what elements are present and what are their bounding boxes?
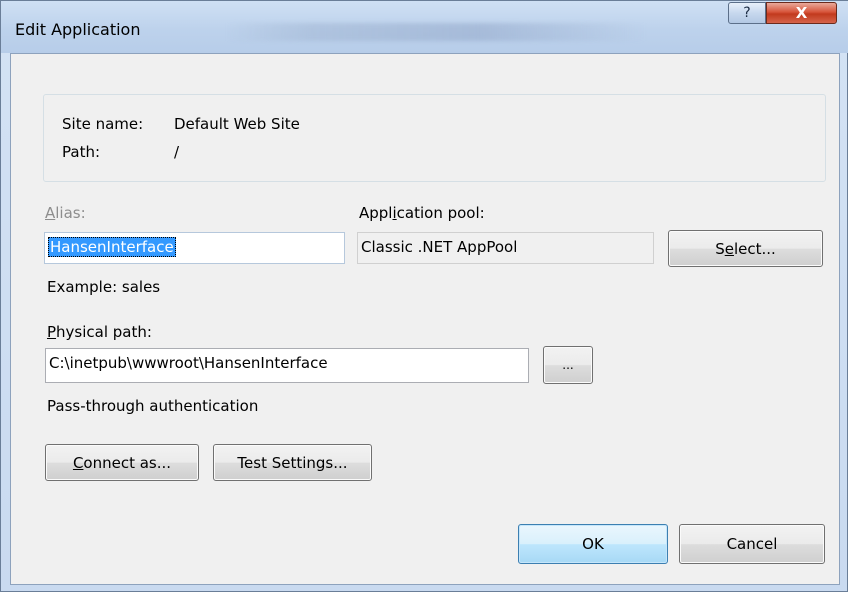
select-button-label: Select... — [715, 239, 776, 258]
site-name-value: Default Web Site — [174, 115, 300, 133]
help-button[interactable]: ? — [728, 2, 766, 24]
test-settings-button[interactable]: Test Settings... — [213, 444, 372, 481]
title-bar[interactable]: Edit Application ? X — [1, 1, 848, 53]
background-blur — [226, 23, 646, 41]
cancel-button[interactable]: Cancel — [679, 524, 825, 564]
browse-button-label: ... — [562, 358, 574, 372]
physical-path-label: Physical path: — [47, 323, 152, 341]
site-name-label: Site name: — [62, 115, 144, 133]
connect-as-label: Connect as... — [72, 453, 172, 472]
close-button[interactable]: X — [766, 2, 837, 24]
close-icon: X — [795, 4, 808, 22]
cancel-label: Cancel — [726, 535, 778, 553]
app-pool-value: Classic .NET AppPool — [361, 238, 518, 256]
ok-button[interactable]: OK — [518, 524, 668, 564]
app-pool-field: Classic .NET AppPool — [357, 232, 654, 264]
browse-button[interactable]: ... — [543, 346, 593, 384]
help-icon: ? — [743, 5, 751, 21]
alias-label: Alias: — [45, 204, 86, 222]
alias-input[interactable]: HansenInterface — [44, 232, 345, 264]
dialog-window: Edit Application ? X Site name: Default … — [0, 0, 848, 592]
path-label: Path: — [62, 143, 101, 161]
path-value: / — [174, 143, 180, 161]
dialog-body: Site name: Default Web Site Path: / Alia… — [10, 53, 840, 585]
auth-label: Pass-through authentication — [47, 397, 259, 415]
test-settings-label: Test Settings... — [237, 453, 348, 472]
physical-path-value: C:\inetpub\wwwroot\HansenInterface — [49, 354, 328, 372]
ok-label: OK — [582, 535, 604, 553]
app-pool-label: Application pool: — [359, 204, 485, 222]
site-info-box: Site name: Default Web Site Path: / — [43, 94, 826, 182]
alias-example: Example: sales — [47, 278, 161, 296]
alias-selected-text: HansenInterface — [48, 237, 176, 257]
connect-as-button[interactable]: Connect as... — [45, 444, 199, 481]
physical-path-input[interactable]: C:\inetpub\wwwroot\HansenInterface — [45, 348, 529, 383]
select-app-pool-button[interactable]: Select... — [668, 230, 823, 267]
window-title: Edit Application — [15, 20, 141, 39]
